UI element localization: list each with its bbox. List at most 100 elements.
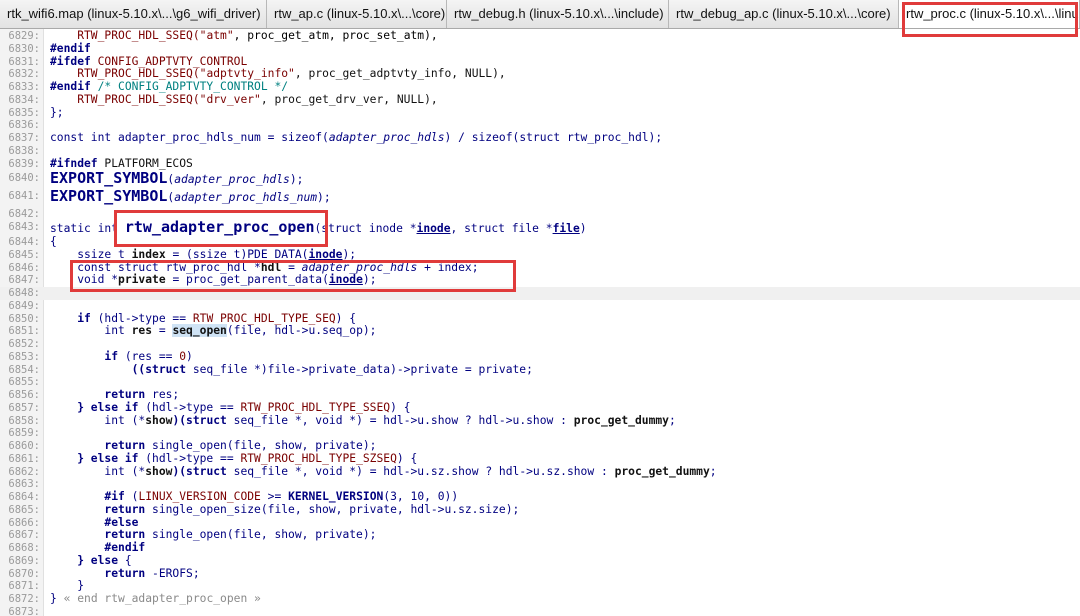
line-number: 6836: (8, 119, 40, 132)
keyword: void (50, 273, 105, 287)
tab-rtw-debug-ap-c[interactable]: rtw_debug_ap.c (linux-5.10.x\...\core) (669, 0, 899, 28)
line-number: 6850: (8, 312, 40, 325)
code-line: 6865: return single_open_size(file, show… (0, 502, 1080, 517)
line-number: 6858: (8, 414, 40, 427)
preprocessor: #ifndef (50, 156, 98, 170)
identifier: index (131, 247, 166, 261)
code-text: ) { (396, 451, 418, 465)
line-number: 6833: (8, 81, 40, 93)
line-number: 6837: (8, 132, 40, 144)
code-text: rtw_proc_hdl * (158, 260, 261, 274)
code-text: (res == (118, 349, 180, 363)
tab-label: rtw_debug.h (linux-5.10.x\...\include) (454, 6, 664, 21)
identifier: adapter_proc_hdls (174, 173, 290, 186)
tab-rtw-proc-c[interactable]: rtw_proc.c (linux-5.10.x\...\linux) (899, 0, 1080, 28)
line-number: 6855: (8, 376, 40, 389)
code-text: (* (131, 413, 146, 427)
tab-label: rtw_debug_ap.c (linux-5.10.x\...\core) (676, 6, 891, 21)
code-line: 6868: #endif (0, 541, 1080, 555)
keyword: } else (50, 553, 119, 567)
code-text: (hdl->type == (90, 311, 193, 325)
macro: RTW_PROC_HDL_SSEQ( (50, 29, 200, 42)
code-text: * (104, 273, 119, 287)
code-line: 6872:} « end rtw_adapter_proc_open » (0, 592, 1080, 606)
macro: RTW_PROC_HDL_TYPE_SZSEQ (240, 451, 397, 465)
parameter: inode (308, 247, 343, 261)
line-number: 6861: (8, 452, 40, 465)
keyword: int (50, 464, 132, 478)
code-text: ; (709, 464, 717, 478)
line-number: 6866: (8, 516, 40, 529)
code-editor[interactable]: 6829: RTW_PROC_HDL_SSEQ("atm", proc_get_… (0, 29, 1080, 616)
code-line: 6870: return -EROFS; (0, 566, 1080, 581)
line-number: 6862: (8, 465, 40, 478)
code-line: 6840: EXPORT_SYMBOL(adapter_proc_hdls); (0, 169, 1080, 188)
line-number: 6859: (8, 427, 40, 440)
keyword: ((struct (50, 362, 187, 376)
line-number: 6830: (8, 42, 40, 55)
preprocessor: #endif (50, 80, 91, 93)
preprocessor: #if (50, 490, 125, 503)
keyword: return (50, 439, 146, 452)
line-number: 6856: (8, 389, 40, 401)
tab-label: rtk_wifi6.map (linux-5.10.x\...\g6_wifi_… (7, 6, 261, 21)
identifier: proc_get_dummy (573, 413, 669, 427)
code-text: (file, hdl->u.seq_op); (226, 324, 377, 338)
tab-rtw-ap-c[interactable]: rtw_ap.c (linux-5.10.x\...\core) (267, 0, 447, 28)
keyword: return (50, 502, 146, 516)
code-text: ) { (390, 400, 411, 414)
identifier: proc_get_dummy (614, 464, 710, 478)
identifier: adapter_proc_hdls_num (174, 191, 318, 204)
code-text: = (ssize_t)PDE_DATA( (165, 247, 309, 261)
code-text: (* (131, 464, 146, 478)
selected-identifier: seq_open (172, 324, 227, 338)
line-number: 6844: (8, 236, 40, 248)
line-number: 6834: (8, 93, 40, 106)
code-text: -EROFS; (145, 566, 200, 580)
tab-rtw-debug-h[interactable]: rtw_debug.h (linux-5.10.x\...\include) (447, 0, 669, 28)
line-number: 6869: (8, 554, 40, 567)
line-number: 6868: (8, 542, 40, 554)
keyword: if (50, 311, 91, 325)
code-text: , proc_get_atm, proc_set_atm), (233, 29, 438, 42)
macro: RTW_PROC_HDL_SSEQ( (50, 67, 200, 81)
code-text: = (152, 324, 173, 338)
code-text: (struct inode * (314, 222, 417, 235)
code-text: }; (50, 105, 64, 119)
code-text: ); (362, 273, 377, 287)
keyword: return (50, 528, 146, 542)
code-text: >= (260, 490, 289, 503)
code-line: 6862: int (*show)(struct seq_file *, voi… (0, 464, 1080, 479)
line-number: 6867: (8, 529, 40, 542)
code-text: ) / sizeof( (444, 131, 520, 144)
keyword: } else if (50, 451, 139, 465)
editor-tab-bar: rtk_wifi6.map (linux-5.10.x\...\g6_wifi_… (0, 0, 1080, 29)
line-number: 6853: (8, 350, 40, 363)
code-text: } (50, 592, 57, 605)
macro: LINUX_VERSION_CODE (138, 490, 261, 503)
code-text: , proc_get_drv_ver, NULL), (260, 92, 438, 106)
line-number: 6848: (8, 287, 40, 299)
code-text: ) (186, 349, 193, 363)
code-text: ( (124, 490, 139, 503)
macro: RTW_PROC_HDL_TYPE_SSEQ (240, 400, 391, 414)
identifier: adapter_proc_hdls (328, 131, 445, 144)
line-number: 6865: (8, 503, 40, 516)
keyword: struct (519, 131, 561, 144)
line-number: 6849: (8, 299, 40, 312)
parameter: inode (416, 222, 451, 235)
export-symbol-macro: EXPORT_SYMBOL (50, 187, 168, 205)
keyword: int (50, 413, 132, 427)
string: "adptvty_info" (199, 67, 295, 81)
keyword: return (50, 566, 146, 580)
line-number: 6835: (8, 106, 40, 119)
code-line: 6851: int res = seq_open(file, hdl->u.se… (0, 324, 1080, 338)
line-number: 6846: (8, 261, 40, 274)
parameter: file (552, 222, 580, 235)
code-text: single_open(file, show, private); (145, 528, 377, 542)
code-text: = (281, 260, 302, 274)
identifier: adapter_proc_hdls (301, 260, 418, 274)
tab-rtk-wifi6-map[interactable]: rtk_wifi6.map (linux-5.10.x\...\g6_wifi_… (0, 0, 267, 28)
line-number: 6852: (8, 338, 40, 350)
code-text: rtw_proc_hdl); (560, 131, 663, 144)
